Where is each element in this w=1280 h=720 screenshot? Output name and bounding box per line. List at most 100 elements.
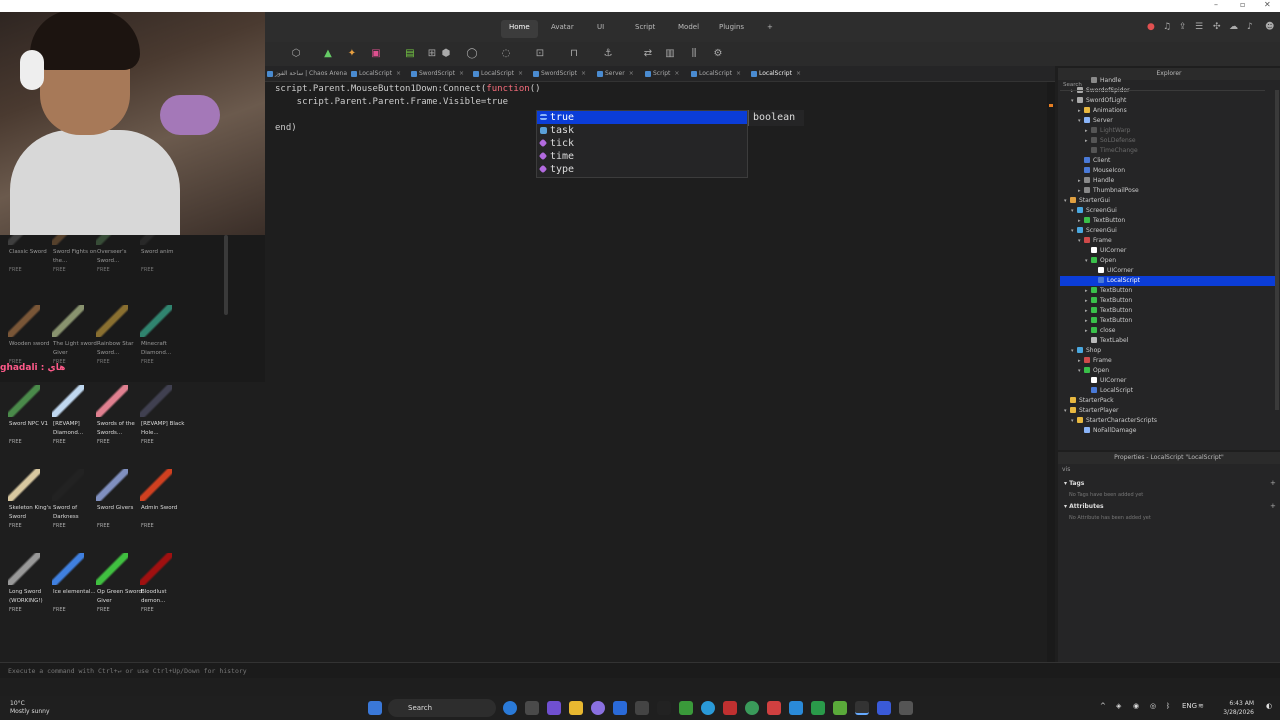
explorer-row[interactable]: MouseIcon: [1060, 166, 1276, 176]
app-icon-4[interactable]: [833, 701, 847, 715]
chrome-icon[interactable]: [745, 701, 759, 715]
folder-icon[interactable]: [569, 701, 583, 715]
explorer-row[interactable]: ▸ TextButton: [1060, 316, 1276, 326]
toolbox-item[interactable]: Sword of Darkness FREE: [46, 469, 91, 554]
explorer-row[interactable]: ▾ StarterCharacterScripts: [1060, 416, 1276, 426]
explorer-row[interactable]: ▾ ScreenGui: [1060, 206, 1276, 216]
toolbox-item[interactable]: Sword Givers FREE: [90, 469, 135, 554]
explorer-row[interactable]: ▸ ThumbnailPose: [1060, 186, 1276, 196]
start-icon[interactable]: [368, 701, 382, 715]
close-tab-icon[interactable]: ×: [736, 70, 741, 77]
explorer-row[interactable]: ▸ TextButton: [1060, 306, 1276, 316]
cloud-icon[interactable]: ☁: [1229, 22, 1238, 32]
explorer-row[interactable]: UICorner: [1060, 376, 1276, 386]
doc-tab[interactable]: LocalScript ×: [349, 68, 401, 81]
app-icon-2[interactable]: [723, 701, 737, 715]
explorer-row[interactable]: StarterPack: [1060, 396, 1276, 406]
close-tab-icon[interactable]: ×: [518, 70, 523, 77]
explorer-row[interactable]: ▾ Shop: [1060, 346, 1276, 356]
close-tab-icon[interactable]: ×: [674, 70, 679, 77]
explorer-row[interactable]: LocalScript: [1060, 386, 1276, 396]
explorer-row[interactable]: UICorner: [1060, 246, 1276, 256]
edge-icon[interactable]: [503, 701, 517, 715]
wifi-icon[interactable]: ≋: [1198, 702, 1204, 710]
explorer-row[interactable]: ▾ StarterGui: [1060, 196, 1276, 206]
tab-home[interactable]: Home: [501, 20, 538, 38]
doc-tab[interactable]: Server ×: [595, 68, 634, 81]
autocomplete-item[interactable]: task: [537, 124, 747, 137]
code-line-2[interactable]: script.Parent.Parent.Frame.Visible=true: [275, 97, 508, 107]
group-icon[interactable]: ⊞: [425, 47, 439, 61]
script-icon[interactable]: ▤: [403, 47, 417, 61]
discord-icon[interactable]: [591, 701, 605, 715]
explorer-row[interactable]: ▸ Animations: [1060, 106, 1276, 116]
tray-app-icon-3[interactable]: ◎: [1150, 702, 1156, 710]
notifications-icon[interactable]: ◐: [1266, 702, 1272, 710]
run-icon[interactable]: ◌: [499, 47, 513, 61]
doc-tab[interactable]: LocalScript ×: [689, 68, 741, 81]
app-icon-3[interactable]: [789, 701, 803, 715]
explorer-row[interactable]: LocalScript: [1060, 276, 1276, 286]
share-icon[interactable]: ⇪: [1179, 22, 1187, 32]
collab-icon[interactable]: ✣: [1213, 22, 1221, 32]
doc-tab[interactable]: SwordScript ×: [409, 68, 464, 81]
close-tab-icon[interactable]: ×: [629, 70, 634, 77]
doc-tab[interactable]: LocalScript ×: [471, 68, 523, 81]
minimize-icon[interactable]: –: [1214, 0, 1218, 9]
profile-icon[interactable]: ☻: [1265, 22, 1274, 32]
tab-model[interactable]: Model: [670, 20, 707, 38]
team-icon[interactable]: ☰: [1195, 22, 1203, 32]
toolbox-item[interactable]: Swords of the Swords... FREE: [90, 385, 135, 470]
layout-icon[interactable]: ▥: [663, 47, 677, 61]
obs-icon[interactable]: [635, 701, 649, 715]
tray-chevron-icon[interactable]: ^: [1100, 702, 1106, 710]
explorer-row[interactable]: Client: [1060, 156, 1276, 166]
doc-tab[interactable]: ساحة الفوز | Chaos Arena ×: [265, 68, 356, 81]
explorer-row[interactable]: ▸ close: [1060, 326, 1276, 336]
play-icon[interactable]: ◯: [465, 47, 479, 61]
doc-tab[interactable]: SwordScript ×: [531, 68, 586, 81]
record-icon[interactable]: ●: [1147, 22, 1155, 32]
color-icon[interactable]: ▣: [369, 47, 383, 61]
tray-app-icon[interactable]: ◈: [1116, 702, 1121, 710]
explorer-row[interactable]: ▸ SoLDefense: [1060, 136, 1276, 146]
xbox-icon[interactable]: [679, 701, 693, 715]
tab-plugins[interactable]: Plugins: [711, 20, 752, 38]
explorer-row[interactable]: ▾ Frame: [1060, 236, 1276, 246]
toolbox-item[interactable]: Skeleton King's Sword FREE: [2, 469, 51, 554]
explorer-row[interactable]: ▸ Handle: [1060, 176, 1276, 186]
command-bar[interactable]: Execute a command with Ctrl+↵ or use Ctr…: [0, 662, 1280, 678]
explorer-scrollbar[interactable]: [1275, 90, 1279, 410]
toolbox-item[interactable]: Admin Sword FREE: [134, 469, 179, 554]
add-tab-icon[interactable]: +: [759, 20, 781, 38]
close-tab-icon[interactable]: ×: [796, 70, 801, 77]
maximize-icon[interactable]: ▫: [1240, 0, 1245, 9]
tab-script[interactable]: Script: [627, 20, 663, 38]
toolbox-item[interactable]: [REVAMP] Diamond... FREE: [46, 385, 91, 470]
explorer-row[interactable]: NoFallDamage: [1060, 426, 1276, 436]
autocomplete-item[interactable]: tick: [537, 137, 747, 150]
add-tag-icon[interactable]: +: [1270, 479, 1276, 487]
tab-ui[interactable]: UI: [589, 20, 612, 38]
code-line-1[interactable]: script.Parent.MouseButton1Down:Connect(f…: [275, 84, 541, 94]
telegram-icon[interactable]: [701, 701, 715, 715]
toolbox-item[interactable]: Sword NPC V1 FREE: [2, 385, 48, 470]
explorer-row[interactable]: TimeChange: [1060, 146, 1276, 156]
toolbox-item[interactable]: [REVAMP] Black Hole... FREE: [134, 385, 184, 470]
package-icon[interactable]: ⬢: [439, 47, 453, 61]
close-tab-icon[interactable]: ×: [459, 70, 464, 77]
part-icon[interactable]: ⬡: [289, 47, 303, 61]
editor-scrollbar[interactable]: [1047, 82, 1055, 662]
app-icon-6[interactable]: [899, 701, 913, 715]
explorer-row[interactable]: ▾ Open: [1060, 366, 1276, 376]
bell-icon[interactable]: ♫: [1163, 22, 1171, 32]
explorer-row[interactable]: TextLabel: [1060, 336, 1276, 346]
doc-tab-active[interactable]: LocalScript ×: [749, 68, 801, 81]
explorer-row[interactable]: ▾ Server: [1060, 116, 1276, 126]
toolbox-item[interactable]: Long Sword (WORKING!) FREE: [2, 553, 47, 638]
tags-section[interactable]: ▾ Tags: [1064, 480, 1084, 487]
select-icon[interactable]: ⊡: [533, 47, 547, 61]
explorer-row[interactable]: ▸ TextButton: [1060, 296, 1276, 306]
roblox-studio-icon[interactable]: [855, 701, 869, 715]
brave-icon[interactable]: [767, 701, 781, 715]
